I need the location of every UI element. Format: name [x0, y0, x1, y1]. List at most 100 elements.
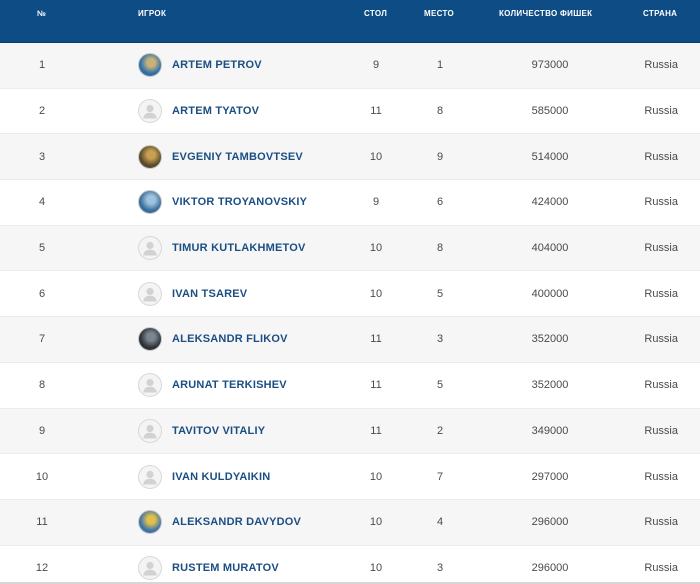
table-number: 10 — [369, 470, 383, 483]
table-row: 1 ARTEM PETROV 9 1 973000 Russia — [0, 43, 700, 89]
seat-number: 6 — [436, 196, 444, 209]
player-cell[interactable]: EVGENIY TAMBOVTSEV — [138, 144, 303, 169]
player-cell[interactable]: TIMUR KUTLAKHMETOV — [138, 236, 306, 261]
default-user-icon — [138, 236, 162, 261]
country: Russia — [644, 516, 678, 529]
row-number: 5 — [38, 242, 46, 255]
table-number: 9 — [372, 59, 380, 72]
chip-count: 585000 — [531, 105, 569, 118]
table-number: 10 — [369, 150, 383, 163]
table-number: 9 — [372, 196, 380, 209]
row-number: 1 — [38, 59, 46, 72]
player-cell[interactable]: TAVITOV VITALIY — [138, 418, 265, 443]
player-cell[interactable]: RUSTEM MURATOV — [138, 555, 279, 580]
row-number: 11 — [36, 516, 48, 529]
player-photo-avatar — [138, 327, 162, 352]
player-cell[interactable]: IVAN KULDYAIKIN — [138, 464, 270, 489]
player-photo-avatar — [138, 190, 162, 215]
row-number: 4 — [38, 196, 46, 209]
player-name-link[interactable]: ALEKSANDR FLIKOV — [172, 333, 288, 345]
player-cell[interactable]: ARTEM TYATOV — [138, 99, 259, 124]
row-number: 8 — [38, 379, 46, 392]
table-number: 11 — [370, 379, 382, 392]
row-number: 6 — [38, 287, 46, 300]
chip-count: 404000 — [531, 242, 569, 255]
chip-count: 297000 — [531, 470, 569, 483]
player-name-link[interactable]: ARTEM TYATOV — [172, 105, 259, 117]
player-name-link[interactable]: ARTEM PETROV — [172, 59, 262, 71]
player-name-link[interactable]: ARUNAT TERKISHEV — [172, 379, 287, 391]
table-row: 9 TAVITOV VITALIY 11 2 349000 Russia — [0, 408, 700, 455]
row-number: 9 — [38, 424, 46, 437]
table-row: 10 IVAN KULDYAIKIN 10 7 297000 Russia — [0, 454, 700, 500]
default-user-icon — [138, 281, 162, 306]
player-name-link[interactable]: IVAN KULDYAIKIN — [172, 471, 270, 483]
country: Russia — [644, 379, 678, 392]
player-name-link[interactable]: TIMUR KUTLAKHMETOV — [172, 242, 306, 254]
table-row: 8 ARUNAT TERKISHEV 11 5 352000 Russia — [0, 362, 700, 409]
table-header: № ИГРОК СТОЛ МЕСТО КОЛИЧЕСТВО ФИШЕК СТРА… — [0, 0, 700, 43]
table-row: 4 VIKTOR TROYANOVSKIY 9 6 424000 Russia — [0, 180, 700, 226]
header-player[interactable]: ИГРОК — [138, 9, 166, 18]
row-number: 7 — [38, 333, 46, 346]
table-row: 3 EVGENIY TAMBOVTSEV 10 9 514000 Russia — [0, 134, 700, 181]
default-user-icon — [138, 555, 162, 580]
table-row: 2 ARTEM TYATOV 11 8 585000 Russia — [0, 88, 700, 135]
seat-number: 7 — [436, 470, 444, 483]
table-number: 10 — [369, 516, 383, 529]
default-user-icon — [138, 418, 162, 443]
player-name-link[interactable]: TAVITOV VITALIY — [172, 425, 265, 437]
country: Russia — [644, 150, 678, 163]
player-name-link[interactable]: IVAN TSAREV — [172, 288, 247, 300]
seat-number: 5 — [436, 379, 444, 392]
player-photo-avatar — [138, 53, 162, 78]
country: Russia — [644, 105, 678, 118]
seat-number: 3 — [436, 333, 444, 346]
default-user-icon — [138, 373, 162, 398]
table-number: 10 — [369, 287, 383, 300]
row-number: 3 — [38, 150, 46, 163]
country: Russia — [644, 333, 678, 346]
chip-count: 349000 — [531, 424, 569, 437]
chip-count: 400000 — [531, 287, 569, 300]
header-chips[interactable]: КОЛИЧЕСТВО ФИШЕК — [499, 9, 592, 18]
seat-number: 9 — [436, 150, 444, 163]
chip-count: 352000 — [531, 333, 569, 346]
table-row: 12 RUSTEM MURATOV 10 3 296000 Russia — [0, 545, 700, 584]
default-user-icon — [138, 464, 162, 489]
country: Russia — [644, 424, 678, 437]
player-cell[interactable]: ALEKSANDR FLIKOV — [138, 327, 288, 352]
player-name-link[interactable]: VIKTOR TROYANOVSKIY — [172, 196, 307, 208]
player-cell[interactable]: ALEKSANDR DAVYDOV — [138, 510, 301, 535]
chip-count: 352000 — [531, 379, 569, 392]
header-table[interactable]: СТОЛ — [364, 9, 387, 18]
player-cell[interactable]: VIKTOR TROYANOVSKIY — [138, 190, 307, 215]
chip-count-table: № ИГРОК СТОЛ МЕСТО КОЛИЧЕСТВО ФИШЕК СТРА… — [0, 0, 700, 584]
player-name-link[interactable]: ALEKSANDR DAVYDOV — [172, 516, 301, 528]
country: Russia — [644, 196, 678, 209]
table-number: 10 — [369, 561, 383, 574]
chip-count: 973000 — [531, 59, 569, 72]
player-name-link[interactable]: RUSTEM MURATOV — [172, 562, 279, 574]
header-place[interactable]: МЕСТО — [424, 9, 454, 18]
seat-number: 4 — [436, 516, 444, 529]
seat-number: 1 — [436, 59, 444, 72]
row-number: 12 — [35, 561, 49, 574]
player-name-link[interactable]: EVGENIY TAMBOVTSEV — [172, 151, 303, 163]
seat-number: 3 — [436, 561, 444, 574]
header-country[interactable]: СТРАНА — [643, 9, 677, 18]
chip-count: 514000 — [531, 150, 569, 163]
player-photo-avatar — [138, 510, 162, 535]
seat-number: 8 — [436, 242, 444, 255]
country: Russia — [644, 287, 678, 300]
player-cell[interactable]: ARTEM PETROV — [138, 53, 262, 78]
table-number: 11 — [370, 424, 382, 437]
player-cell[interactable]: IVAN TSAREV — [138, 281, 247, 306]
seat-number: 8 — [436, 105, 444, 118]
row-number: 10 — [35, 470, 49, 483]
chip-count: 424000 — [531, 196, 569, 209]
table-number: 11 — [370, 105, 382, 118]
country: Russia — [644, 59, 678, 72]
table-row: 6 IVAN TSAREV 10 5 400000 Russia — [0, 271, 700, 318]
player-cell[interactable]: ARUNAT TERKISHEV — [138, 373, 287, 398]
